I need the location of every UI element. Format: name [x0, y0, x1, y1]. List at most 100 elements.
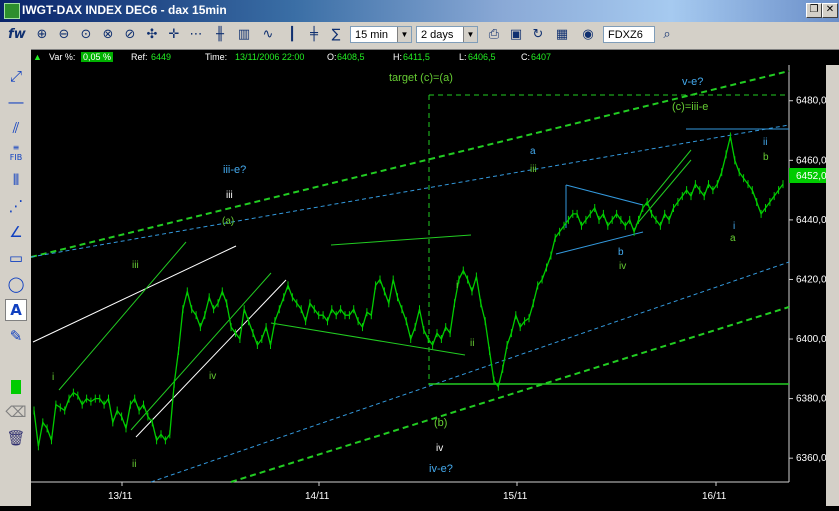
horizontal-line-icon[interactable]: ―: [5, 91, 27, 113]
bar-chart-icon[interactable]: ╫: [210, 25, 230, 45]
zoom-in-icon[interactable]: ⊕: [32, 25, 52, 45]
var-value: 0,05 %: [81, 52, 114, 62]
x-tick-label: 14/11: [305, 491, 330, 502]
wave-label: ii: [470, 338, 474, 349]
interval-select[interactable]: 15 min ▼: [350, 26, 412, 43]
wave-label: (b): [434, 417, 447, 429]
angle-icon[interactable]: ∠: [5, 221, 27, 243]
wave-label: a: [530, 146, 536, 157]
symbol-input[interactable]: FDXZ6: [603, 26, 655, 43]
up-arrow-icon: ▲: [33, 52, 42, 62]
y-tick-label: 6460,0: [796, 155, 826, 166]
wave-label: b: [618, 247, 624, 258]
time-value: 13/11/2006 22:00: [235, 52, 305, 62]
low-value: 6406,5: [468, 52, 496, 62]
eraser-icon[interactable]: ⌫: [5, 401, 27, 423]
pointer-icon[interactable]: ✎: [5, 325, 27, 347]
close-label: C:: [521, 52, 530, 62]
title-bar: IWGT-DAX INDEX DEC6 - dax 15min ❐ ✕: [0, 0, 839, 22]
period-value: 2 days: [421, 29, 454, 41]
interval-value: 15 min: [355, 29, 389, 41]
close-button[interactable]: ✕: [822, 3, 838, 18]
ellipse-icon[interactable]: ◯: [5, 273, 27, 295]
wave-label: ii: [132, 459, 136, 470]
wave-label: iii: [530, 164, 537, 175]
rectangle-icon[interactable]: ▭: [5, 247, 27, 269]
wave-label: iv: [436, 443, 443, 454]
wave-label: iv: [619, 261, 626, 272]
fw-logo-icon[interactable]: fw: [6, 25, 28, 45]
trash-icon[interactable]: 🗑: [5, 427, 27, 449]
candlestick-icon[interactable]: ┃: [282, 25, 302, 45]
wave-label: target (c)=(a): [389, 72, 453, 84]
x-tick-label: 15/11: [503, 491, 528, 502]
var-label: Var %:: [49, 52, 76, 62]
wave-label: i: [733, 221, 735, 232]
save-icon[interactable]: ▣: [506, 25, 526, 45]
wave-label: i: [52, 372, 54, 383]
y-tick-label: 6480,0: [796, 96, 826, 107]
quote-status-bar: ▲ Var %: 0,05 % Ref: 6449 Time: 13/11/20…: [31, 50, 839, 65]
wave-label: ii: [763, 137, 767, 148]
close-value: 6407: [531, 52, 552, 62]
ref-label: Ref:: [131, 52, 148, 62]
column-chart-icon[interactable]: ▥: [234, 25, 254, 45]
window-title: IWGT-DAX INDEX DEC6 - dax 15min: [22, 3, 227, 17]
time-label: Time:: [205, 52, 228, 62]
fibonacci-icon[interactable]: ≡ FIB: [5, 143, 27, 165]
crosshair-icon[interactable]: ✛: [164, 25, 184, 45]
globe-icon[interactable]: ◉: [578, 25, 598, 45]
x-tick-label: 13/11: [108, 491, 133, 502]
high-value: 6411,5: [403, 52, 430, 62]
wave-label: (a): [222, 216, 234, 227]
high-label: H:: [393, 52, 402, 62]
wave-label: iv-e?: [429, 463, 453, 475]
open-value: 6408,5: [337, 52, 365, 62]
x-tick-label: 16/11: [702, 491, 727, 502]
wave-label: v-e?: [682, 76, 703, 88]
grid-icon[interactable]: ⋯: [186, 25, 206, 45]
color-picker-icon[interactable]: [5, 375, 27, 397]
refresh-icon[interactable]: ↻: [528, 25, 548, 45]
y-tick-label: 6400,0: [796, 334, 826, 345]
period-select[interactable]: 2 days ▼: [416, 26, 478, 43]
ohlc-icon[interactable]: ╪: [304, 25, 324, 45]
ref-value: 6449: [151, 52, 172, 62]
print-icon[interactable]: ⎙: [484, 25, 504, 45]
zoom-x-icon[interactable]: ⊗: [98, 25, 118, 45]
search-icon[interactable]: ⌕: [657, 25, 677, 45]
trendline-icon[interactable]: ⤢: [5, 65, 27, 87]
wave-label: iii-e?: [223, 164, 246, 176]
open-label: O:: [327, 52, 337, 62]
restore-button[interactable]: ❐: [806, 3, 822, 18]
fan-icon[interactable]: ⋰: [5, 195, 27, 217]
app-icon: [4, 3, 20, 19]
move-icon[interactable]: ✣: [142, 25, 162, 45]
y-tick-label: 6360,0: [796, 453, 826, 464]
wave-label: iii: [132, 260, 139, 271]
calculator-icon[interactable]: ▦: [552, 25, 572, 45]
y-tick-label: 6440,0: [796, 215, 826, 226]
price-chart[interactable]: target (c)=(a) v-e? (c)=iii-e ii b a iii iii-e?…: [30, 65, 827, 511]
vertical-lines-icon[interactable]: ⦀: [5, 169, 27, 191]
wave-label: i: [456, 280, 458, 291]
wave-label: iv: [209, 371, 216, 382]
toolbar: fw ⊕ ⊖ ⊙ ⊗ ⊘ ✣ ✛ ⋯ ╫ ▥ ∿ ┃ ╪ ∑ 15 min ▼ …: [0, 22, 839, 50]
y-tick-label: 6420,0: [796, 274, 826, 285]
zoom-fit-icon[interactable]: ⊙: [76, 25, 96, 45]
parallel-lines-icon[interactable]: ⫽: [5, 117, 27, 139]
zoom-out-icon[interactable]: ⊖: [54, 25, 74, 45]
drawing-toolbar: ⤢ ― ⫽ ≡ FIB ⦀ ⋰ ∠ ▭ ◯ A ✎ ⌫ 🗑: [0, 49, 32, 506]
text-tool-icon[interactable]: A: [5, 299, 27, 321]
indicator-icon[interactable]: ∑: [326, 25, 346, 45]
y-tick-label: 6380,0: [796, 394, 826, 405]
line-chart-icon[interactable]: ∿: [258, 25, 278, 45]
vertical-scrollbar[interactable]: [826, 65, 839, 506]
chevron-down-icon: ▼: [463, 27, 477, 42]
zoom-y-icon[interactable]: ⊘: [120, 25, 140, 45]
last-price-label: 6452,0: [796, 171, 826, 182]
wave-label: iii: [226, 190, 233, 201]
wave-label: b: [763, 152, 769, 163]
low-label: L:: [459, 52, 467, 62]
chevron-down-icon: ▼: [397, 27, 411, 42]
